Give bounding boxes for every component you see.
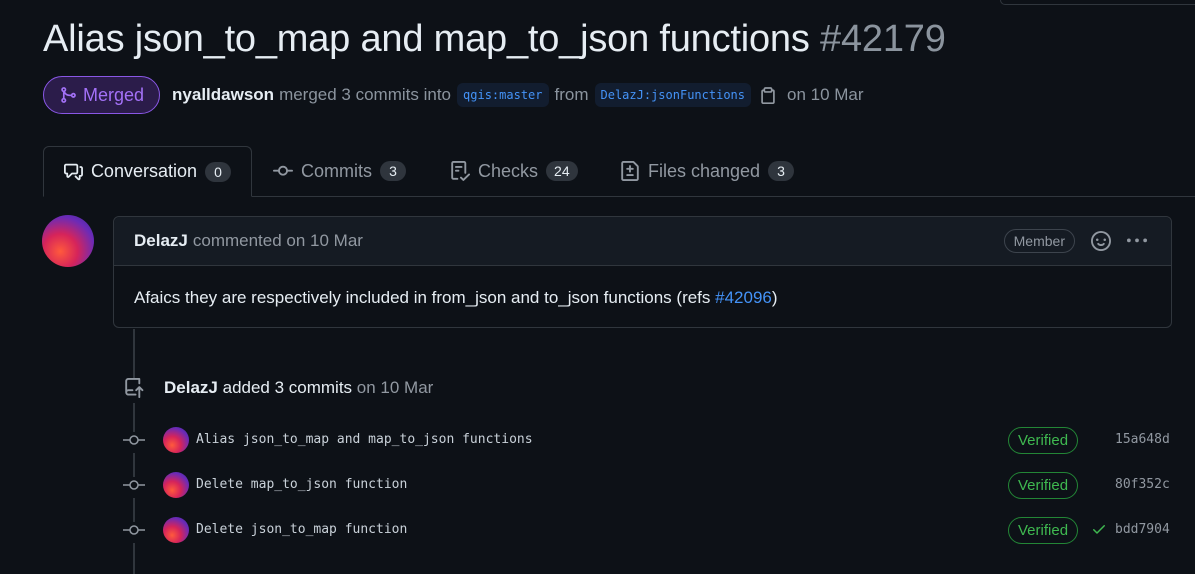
comment-text-end: ) <box>771 288 778 307</box>
checklist-icon <box>451 161 470 181</box>
tab-label: Commits <box>301 160 372 181</box>
issue-ref-link[interactable]: #42096 <box>715 288 772 307</box>
pr-meta: Merged nyalldawson merged 3 commits into… <box>43 75 864 115</box>
page-title: Alias json_to_map and map_to_json functi… <box>43 18 946 61</box>
header-border <box>1000 0 1195 5</box>
commit-author-avatar[interactable] <box>163 427 189 453</box>
conversation-icon <box>64 163 83 180</box>
commit-message[interactable]: Delete json_to_map function <box>196 522 407 537</box>
tab-files-changed[interactable]: Files changed 3 <box>600 146 814 196</box>
pr-number: #42179 <box>820 18 946 60</box>
comment-text: Afaics they are respectively included in… <box>134 288 716 307</box>
smiley-icon[interactable] <box>1091 231 1111 256</box>
pr-tabs: Conversation 0 Commits 3 Checks 24 Files… <box>43 146 1195 197</box>
avatar[interactable] <box>42 215 94 267</box>
base-branch[interactable]: qgis:master <box>457 83 549 107</box>
commit-author-avatar[interactable] <box>163 472 189 498</box>
pr-title: Alias json_to_map and map_to_json functi… <box>43 18 810 60</box>
repo-push-icon <box>124 378 144 403</box>
merge-icon <box>61 87 76 103</box>
commit-row: Delete json_to_map function Verified bdd… <box>123 515 1173 545</box>
commit-icon <box>273 165 293 176</box>
tab-count: 0 <box>205 161 231 182</box>
commit-author-avatar[interactable] <box>163 517 189 543</box>
event-action: added 3 commits <box>222 378 353 397</box>
tab-label: Checks <box>478 160 539 181</box>
commit-message[interactable]: Delete map_to_json function <box>196 477 407 492</box>
kebab-menu-icon[interactable] <box>1127 231 1147 256</box>
tab-label: Conversation <box>90 161 197 181</box>
commit-row: Delete map_to_json function Verified 80f… <box>123 470 1173 500</box>
commits-event: DelazJ added 3 commits on 10 Mar <box>164 378 433 398</box>
verified-badge[interactable]: Verified <box>1008 517 1079 544</box>
tab-conversation[interactable]: Conversation 0 <box>43 146 252 197</box>
event-author[interactable]: DelazJ <box>164 378 218 397</box>
file-diff-icon <box>621 161 639 181</box>
tab-count: 24 <box>546 161 578 181</box>
commit-sha[interactable]: 15a648d <box>1115 432 1170 447</box>
copy-icon[interactable] <box>759 86 777 104</box>
state-badge: Merged <box>43 76 161 114</box>
tab-count: 3 <box>380 161 406 181</box>
verified-badge[interactable]: Verified <box>1008 472 1079 499</box>
comment-box: DelazJ commented on 10 Mar Member Afaics… <box>113 216 1172 328</box>
check-icon[interactable] <box>1091 521 1107 542</box>
commit-node-icon <box>123 432 145 453</box>
head-branch[interactable]: DelazJ:jsonFunctions <box>594 83 751 107</box>
merge-date: on 10 Mar <box>787 85 864 104</box>
tab-count: 3 <box>768 161 795 181</box>
comment-body: Afaics they are respectively included in… <box>114 266 1171 330</box>
tab-commits[interactable]: Commits 3 <box>253 146 426 196</box>
from-text: from <box>554 85 589 104</box>
comment-meta[interactable]: commented on 10 Mar <box>193 231 363 251</box>
commit-message[interactable]: Alias json_to_map and map_to_json functi… <box>196 432 533 447</box>
commit-node-icon <box>123 477 145 498</box>
merge-text: merged 3 commits into <box>279 85 452 104</box>
commit-sha[interactable]: 80f352c <box>1115 477 1170 492</box>
commit-sha[interactable]: bdd7904 <box>1115 522 1170 537</box>
event-date[interactable]: on 10 Mar <box>357 378 434 397</box>
commit-node-icon <box>123 522 145 543</box>
commit-row: Alias json_to_map and map_to_json functi… <box>123 425 1173 455</box>
state-label: Merged <box>83 84 145 105</box>
member-badge: Member <box>1003 229 1075 253</box>
merger-link[interactable]: nyalldawson <box>172 85 274 105</box>
tab-checks[interactable]: Checks 24 <box>430 146 598 196</box>
verified-badge[interactable]: Verified <box>1008 427 1079 454</box>
comment-author[interactable]: DelazJ <box>134 231 188 251</box>
tab-label: Files changed <box>648 160 761 181</box>
